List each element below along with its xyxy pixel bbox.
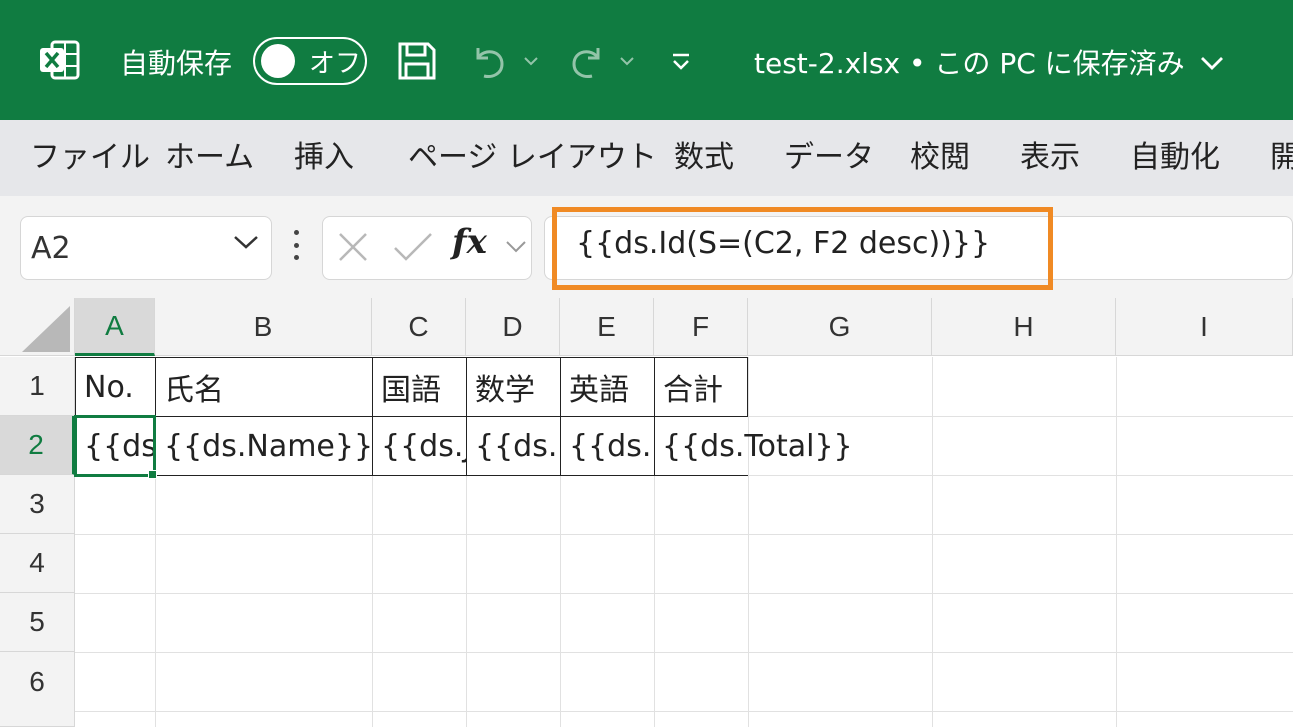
- cell-d2[interactable]: {{ds.M: [466, 416, 561, 476]
- name-box-value: A2: [31, 231, 71, 266]
- cell-b2[interactable]: {{ds.Name}}: [155, 416, 373, 476]
- cell-c1[interactable]: 国語: [372, 357, 467, 417]
- cell-b1[interactable]: 氏名: [155, 357, 373, 417]
- gridline: [748, 357, 749, 727]
- row-header-2[interactable]: 2: [0, 416, 75, 475]
- formula-highlight-box: [552, 207, 1053, 290]
- tab-review[interactable]: 校閲: [910, 138, 970, 178]
- active-cell-selection: [74, 415, 156, 477]
- tab-view[interactable]: 表示: [1020, 138, 1080, 178]
- tab-automate[interactable]: 自動化: [1130, 138, 1220, 178]
- enter-check-icon[interactable]: [392, 230, 434, 264]
- title-bar: 自動保存 オフ test-2.xlsx • この PC に保存済み: [0, 0, 1293, 120]
- quick-access-dropdown-icon[interactable]: [668, 50, 694, 74]
- tab-insert[interactable]: 挿入: [294, 138, 354, 178]
- chevron-down-icon: [1199, 46, 1225, 79]
- cancel-icon[interactable]: [336, 230, 370, 264]
- row-header-4[interactable]: 4: [0, 534, 75, 593]
- tab-data[interactable]: データ: [784, 138, 874, 178]
- toggle-knob: [261, 44, 295, 78]
- column-header-b[interactable]: B: [155, 298, 372, 356]
- tab-page-layout[interactable]: ページ レイアウト: [408, 138, 657, 178]
- row-header-6[interactable]: 6: [0, 652, 75, 727]
- cell-e1[interactable]: 英語: [560, 357, 655, 417]
- redo-dropdown-icon[interactable]: [618, 54, 636, 68]
- insert-function-button[interactable]: fx: [452, 222, 487, 262]
- cell-e2[interactable]: {{ds.E: [560, 416, 655, 476]
- tab-file[interactable]: ファイル: [30, 138, 150, 178]
- gridline: [75, 534, 1293, 535]
- row-header-3[interactable]: 3: [0, 475, 75, 534]
- document-title[interactable]: test-2.xlsx • この PC に保存済み: [754, 40, 1225, 84]
- column-header-h[interactable]: H: [932, 298, 1116, 356]
- gridline: [932, 357, 933, 727]
- ribbon-tabs: ファイル ホーム 挿入 ページ レイアウト 数式 データ 校閲 表示 自動化 開: [0, 120, 1293, 196]
- autosave-label: 自動保存: [120, 47, 233, 80]
- cell-f2[interactable]: {{ds.Total}}: [654, 416, 914, 476]
- select-all-corner[interactable]: [0, 298, 75, 356]
- document-title-text: test-2.xlsx • この PC に保存済み: [754, 47, 1185, 80]
- cell-f1[interactable]: 合計: [654, 357, 748, 417]
- column-header-e[interactable]: E: [560, 298, 654, 356]
- cell-c2[interactable]: {{ds.J: [372, 416, 467, 476]
- column-header-g[interactable]: G: [748, 298, 932, 356]
- cell-d1[interactable]: 数学: [466, 357, 561, 417]
- column-header-a[interactable]: A: [75, 298, 155, 356]
- redo-icon[interactable]: [566, 42, 606, 82]
- chevron-down-icon[interactable]: [504, 238, 528, 256]
- row-header-5[interactable]: 5: [0, 593, 75, 652]
- tab-home[interactable]: ホーム: [165, 138, 254, 178]
- undo-icon[interactable]: [470, 42, 510, 82]
- cell-a1[interactable]: No.: [75, 357, 156, 417]
- column-header-f[interactable]: F: [654, 298, 748, 356]
- undo-dropdown-icon[interactable]: [522, 54, 540, 68]
- gridline: [75, 593, 1293, 594]
- fill-handle[interactable]: [148, 470, 157, 479]
- tab-formulas[interactable]: 数式: [674, 138, 734, 178]
- toggle-state-label: オフ: [309, 48, 362, 79]
- gridline: [1116, 357, 1117, 727]
- column-header-i[interactable]: I: [1116, 298, 1293, 356]
- column-header-c[interactable]: C: [372, 298, 466, 356]
- column-header-d[interactable]: D: [466, 298, 560, 356]
- row-header-1[interactable]: 1: [0, 357, 75, 416]
- gridline: [75, 711, 1293, 712]
- save-icon[interactable]: [396, 40, 438, 82]
- more-options-icon[interactable]: [292, 230, 300, 260]
- gridline: [75, 652, 1293, 653]
- chevron-down-icon[interactable]: [232, 233, 260, 255]
- autosave-toggle[interactable]: オフ: [253, 37, 367, 85]
- tab-developer[interactable]: 開: [1270, 138, 1293, 178]
- excel-logo-icon: [38, 38, 82, 82]
